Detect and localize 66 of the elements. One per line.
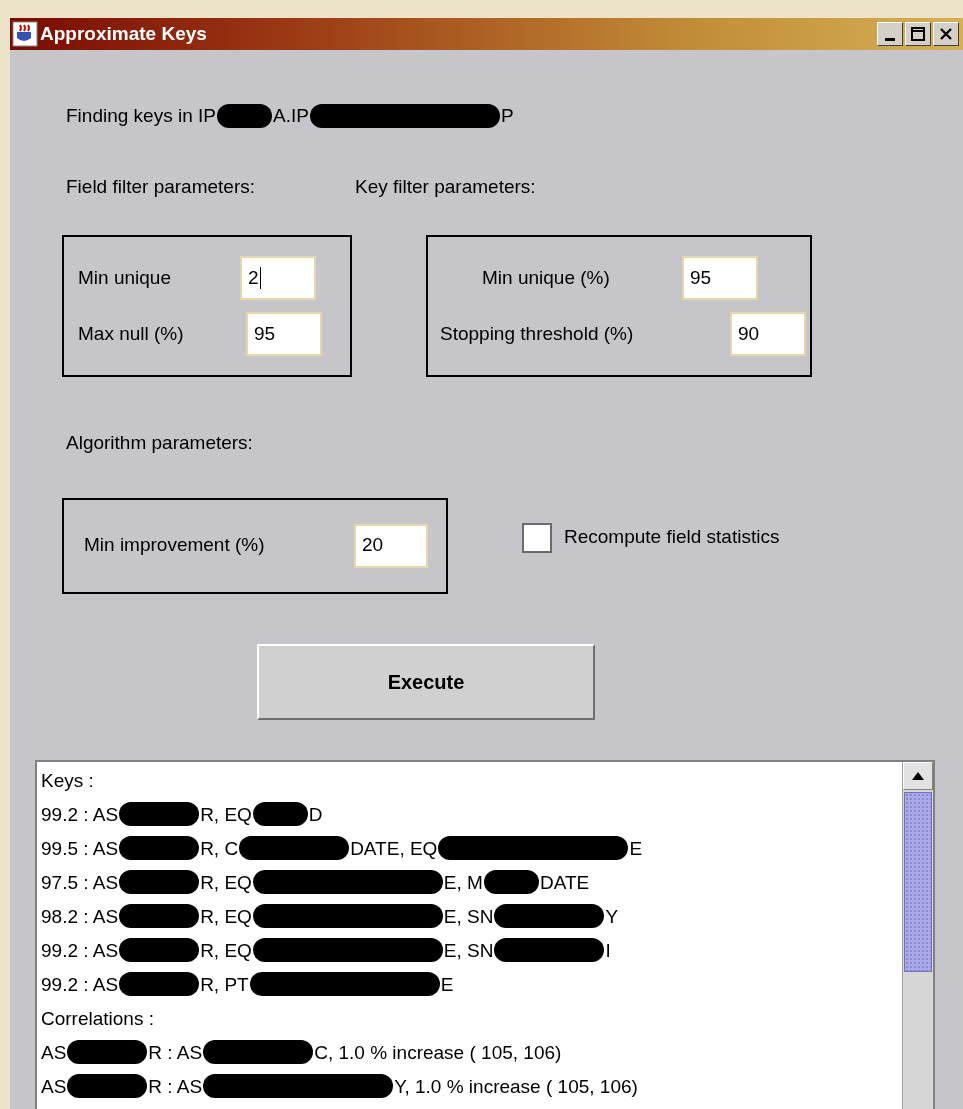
scrollbar-thumb[interactable]	[904, 791, 932, 972]
field-label: Max null (%)	[78, 321, 185, 346]
output-line-text: R : AS	[148, 1040, 203, 1065]
vertical-scrollbar[interactable]	[902, 761, 933, 1109]
output-line-text: I	[605, 938, 611, 963]
execute-button[interactable]: Execute	[257, 643, 595, 720]
output-line-text: C, 1.0 % increase ( 105, 106)	[314, 1040, 562, 1065]
output-line-text: 99.2 : AS	[41, 972, 119, 997]
minimize-button[interactable]	[877, 22, 903, 46]
output-line-text: R, C	[200, 836, 239, 861]
up-arrow-icon	[912, 771, 924, 780]
field-label: Min unique	[78, 265, 172, 290]
checkbox-label: Recompute field statistics	[564, 525, 780, 550]
output-line-text: DATE, EQ	[350, 836, 438, 861]
window-title: Approximate Keys	[40, 21, 208, 46]
output-line-text: E	[629, 836, 643, 861]
maximize-icon	[911, 27, 925, 41]
redaction-mark	[483, 870, 539, 894]
output-line-text: R, EQ	[200, 904, 252, 929]
output-line-text: E	[440, 972, 454, 997]
output-line-text: 98.2 : AS	[41, 904, 119, 929]
redaction-mark	[252, 802, 308, 826]
output-line-text: D	[308, 802, 323, 827]
scroll-up-button[interactable]	[903, 761, 933, 790]
output-line-text: DATE	[539, 870, 590, 895]
input-field[interactable]: 95	[246, 312, 322, 356]
output-line-text: Y, 1.0 % increase ( 105, 106)	[394, 1074, 638, 1099]
output-line-text: Keys :	[41, 768, 94, 793]
field-label: Stopping threshold (%)	[440, 321, 635, 346]
field-label: Min improvement (%)	[84, 533, 266, 558]
input-field[interactable]: 20	[354, 523, 428, 568]
close-button[interactable]	[933, 22, 959, 46]
output-line-text: E, SN	[443, 938, 494, 963]
output-line-text: R, EQ	[200, 870, 252, 895]
output-line-text: R, EQ	[200, 938, 252, 963]
input-field[interactable]: 90	[730, 312, 806, 356]
output-line-text: 99.5 : AS	[41, 836, 119, 861]
checkbox[interactable]	[522, 522, 552, 553]
output-line-text: AS	[41, 1040, 67, 1065]
section-label: Algorithm parameters:	[66, 432, 253, 453]
output-line-text: R, PT	[200, 972, 249, 997]
app-icon	[12, 21, 38, 47]
output-line-text: Y	[605, 904, 619, 929]
output-line-text: R, EQ	[200, 802, 252, 827]
output-line-text: Correlations :	[41, 1006, 154, 1031]
field-label: Min unique (%)	[482, 265, 611, 290]
input-field[interactable]: 95	[682, 256, 758, 300]
minimize-icon	[885, 37, 895, 41]
maximize-button[interactable]	[905, 22, 931, 46]
close-icon	[939, 27, 953, 41]
text-cursor	[259, 267, 261, 289]
section-label: Key filter parameters:	[355, 174, 536, 199]
output-line-text: 99.2 : AS	[41, 802, 119, 827]
heading-text: A.IP	[272, 104, 309, 128]
output-line-text: 97.5 : AS	[41, 870, 119, 895]
heading-text: P	[500, 104, 514, 128]
output-line-text: R : AS	[148, 1074, 203, 1099]
input-field[interactable]: 2	[240, 256, 316, 300]
section-label: Field filter parameters:	[66, 174, 255, 199]
output-text-area[interactable]	[35, 759, 935, 1109]
output-line-text: 99.2 : AS	[41, 938, 119, 963]
heading-text: Finding keys in IP	[66, 104, 216, 128]
redaction-mark	[216, 104, 272, 129]
output-line-text: AS	[41, 1074, 67, 1099]
output-line-text: E, M	[443, 870, 483, 895]
output-line-text: E, SN	[443, 904, 494, 929]
